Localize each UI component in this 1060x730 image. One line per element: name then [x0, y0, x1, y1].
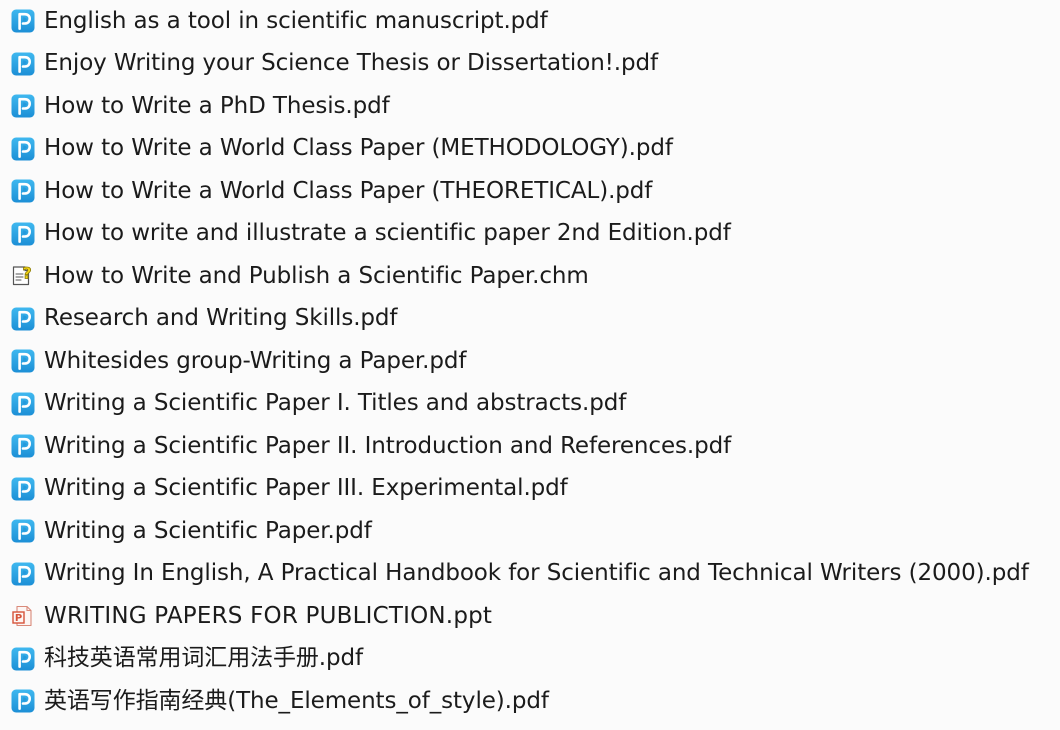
file-list-item[interactable]: 科技英语常用词汇用法手册.pdf	[0, 638, 1060, 681]
file-name-label: Writing a Scientific Paper III. Experime…	[44, 475, 568, 502]
file-list-item[interactable]: Enjoy Writing your Science Thesis or Dis…	[0, 43, 1060, 86]
file-name-label: English as a tool in scientific manuscri…	[44, 7, 548, 34]
pdf-file-icon	[10, 688, 36, 714]
file-list-item[interactable]: How to Write a World Class Paper (THEORE…	[0, 170, 1060, 213]
pdf-file-icon	[10, 178, 36, 204]
file-list-item[interactable]: How to Write a World Class Paper (METHOD…	[0, 128, 1060, 171]
file-list-item[interactable]: Writing a Scientific Paper I. Titles and…	[0, 383, 1060, 426]
file-name-label: Research and Writing Skills.pdf	[44, 305, 398, 332]
file-name-label: WRITING PAPERS FOR PUBLICTION.ppt	[44, 602, 493, 629]
pdf-file-icon	[10, 93, 36, 119]
pdf-file-icon	[10, 476, 36, 502]
file-name-label: Whitesides group-Writing a Paper.pdf	[44, 347, 467, 374]
file-list-item[interactable]: Research and Writing Skills.pdf	[0, 298, 1060, 341]
file-list-item[interactable]: 英语写作指南经典(The_Elements_of_style).pdf	[0, 680, 1060, 723]
chm-help-file-icon: ?	[10, 263, 36, 289]
file-name-label: How to Write and Publish a Scientific Pa…	[44, 262, 589, 289]
file-name-label: Enjoy Writing your Science Thesis or Dis…	[44, 50, 658, 77]
svg-text:?: ?	[22, 264, 31, 283]
pdf-file-icon	[10, 306, 36, 332]
file-name-label: How to Write a PhD Thesis.pdf	[44, 92, 390, 119]
pdf-file-icon	[10, 8, 36, 34]
pdf-file-icon	[10, 518, 36, 544]
pdf-file-icon	[10, 51, 36, 77]
powerpoint-file-icon: P	[10, 603, 36, 629]
file-list-item[interactable]: P WRITING PAPERS FOR PUBLICTION.ppt	[0, 595, 1060, 638]
file-list-item[interactable]: Writing a Scientific Paper III. Experime…	[0, 468, 1060, 511]
pdf-file-icon	[10, 221, 36, 247]
file-name-label: 科技英语常用词汇用法手册.pdf	[44, 645, 364, 672]
file-list[interactable]: English as a tool in scientific manuscri…	[0, 0, 1060, 730]
pdf-file-icon	[10, 433, 36, 459]
file-name-label: Writing a Scientific Paper.pdf	[44, 517, 372, 544]
file-list-item[interactable]: Writing a Scientific Paper II. Introduct…	[0, 425, 1060, 468]
file-list-item[interactable]: English as a tool in scientific manuscri…	[0, 0, 1060, 43]
file-list-item[interactable]: Whitesides group-Writing a Paper.pdf	[0, 340, 1060, 383]
file-name-label: Writing a Scientific Paper I. Titles and…	[44, 390, 627, 417]
pdf-file-icon	[10, 136, 36, 162]
svg-text:P: P	[15, 613, 22, 624]
file-name-label: 英语写作指南经典(The_Elements_of_style).pdf	[44, 687, 549, 714]
file-list-item[interactable]: How to write and illustrate a scientific…	[0, 213, 1060, 256]
file-name-label: How to Write a World Class Paper (METHOD…	[44, 135, 673, 162]
pdf-file-icon	[10, 646, 36, 672]
file-list-item[interactable]: Writing a Scientific Paper.pdf	[0, 510, 1060, 553]
file-list-item[interactable]: How to Write a PhD Thesis.pdf	[0, 85, 1060, 128]
file-name-label: How to Write a World Class Paper (THEORE…	[44, 177, 653, 204]
file-name-label: How to write and illustrate a scientific…	[44, 220, 731, 247]
pdf-file-icon	[10, 391, 36, 417]
pdf-file-icon	[10, 561, 36, 587]
file-name-label: Writing In English, A Practical Handbook…	[44, 560, 1029, 587]
file-name-label: Writing a Scientific Paper II. Introduct…	[44, 432, 732, 459]
pdf-file-icon	[10, 348, 36, 374]
file-list-item[interactable]: ? How to Write and Publish a Scientific P…	[0, 255, 1060, 298]
file-list-item[interactable]: Writing In English, A Practical Handbook…	[0, 553, 1060, 596]
